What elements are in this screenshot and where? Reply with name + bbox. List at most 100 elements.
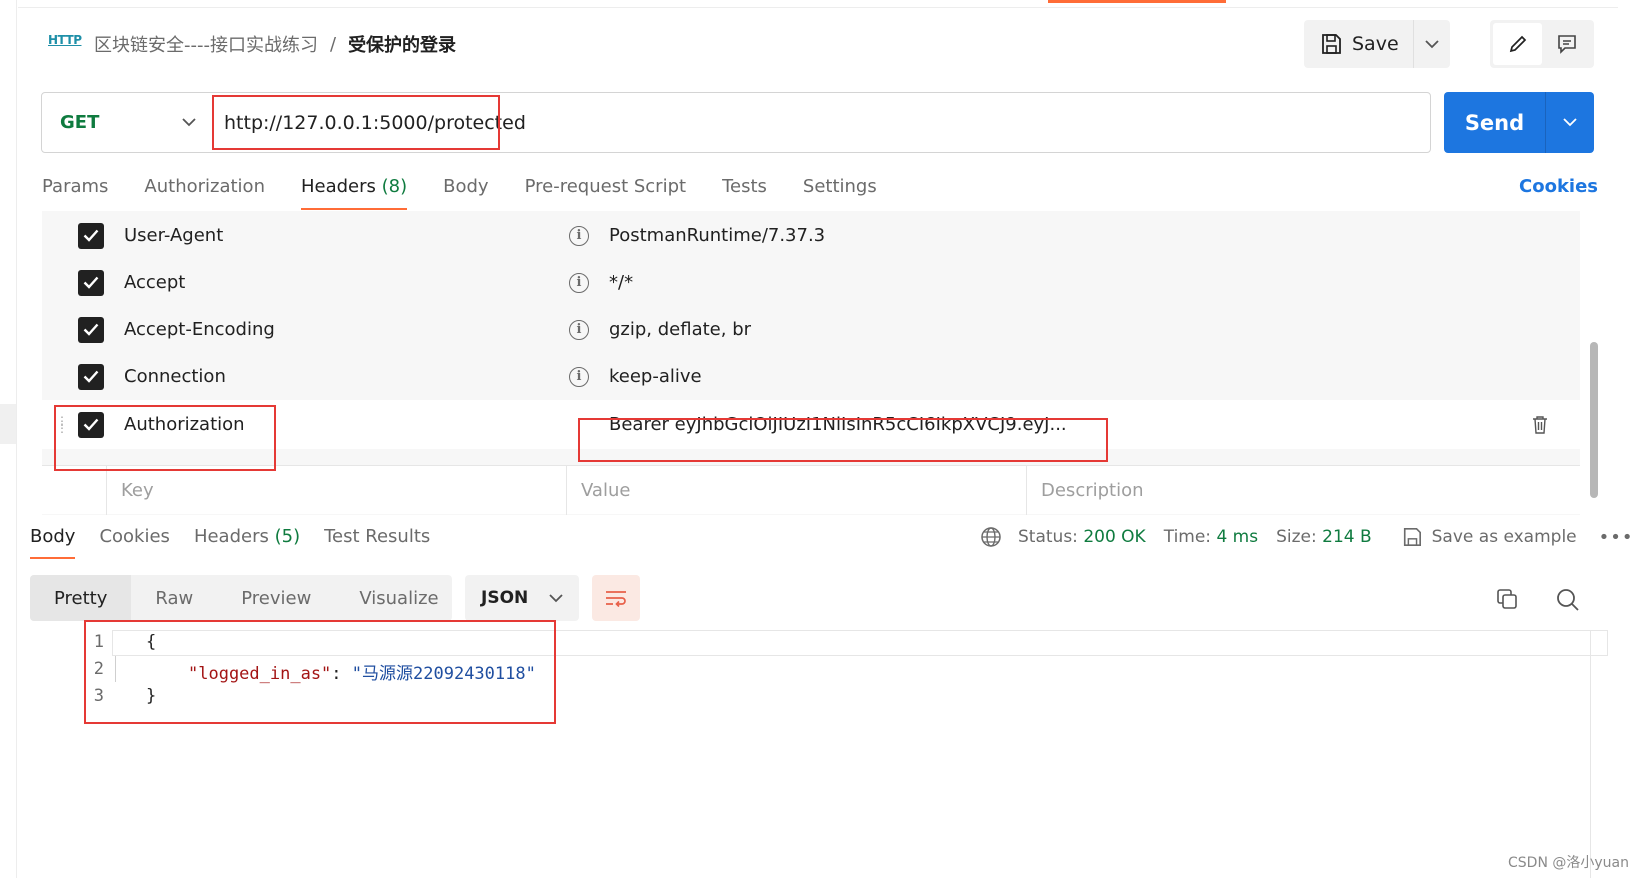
header-key[interactable]: User-Agent xyxy=(124,225,223,246)
new-header-key[interactable]: Key xyxy=(106,466,566,515)
size-label: Size: xyxy=(1276,527,1317,547)
copy-icon[interactable] xyxy=(1496,588,1518,610)
chevron-down-icon xyxy=(182,118,196,127)
headers-table: User-Agent i PostmanRuntime/7.37.3 Accep… xyxy=(42,211,1580,515)
check-icon xyxy=(83,229,99,242)
chevron-down-icon xyxy=(549,593,563,602)
tab-response-cookies[interactable]: Cookies xyxy=(99,526,169,557)
comments-button[interactable] xyxy=(1542,33,1591,55)
format-select[interactable]: JSON xyxy=(465,575,579,621)
indent-guide xyxy=(115,656,116,682)
view-mode-toggle xyxy=(1490,20,1594,68)
send-button-group: Send xyxy=(1444,92,1594,153)
active-tab-indicator xyxy=(1048,0,1226,3)
chevron-down-icon xyxy=(1563,118,1577,127)
header-enabled-checkbox[interactable] xyxy=(78,411,104,438)
search-icon[interactable] xyxy=(1556,588,1580,612)
trash-icon[interactable] xyxy=(1532,415,1548,434)
json-key: "logged_in_as" xyxy=(188,664,332,684)
breadcrumb-collection[interactable]: 区块链安全----接口实战练习 xyxy=(94,31,318,57)
header-value[interactable]: gzip, deflate, br xyxy=(609,319,751,340)
tab-authorization[interactable]: Authorization xyxy=(144,176,265,207)
info-icon[interactable]: i xyxy=(569,272,589,293)
header-key[interactable]: Connection xyxy=(124,366,226,387)
globe-icon[interactable] xyxy=(980,526,1002,548)
header-enabled-checkbox[interactable] xyxy=(78,269,104,296)
request-tabs: Params Authorization Headers (8) Body Pr… xyxy=(42,176,913,210)
status-indicator: Status: 200 OK xyxy=(1018,527,1146,547)
top-divider xyxy=(18,7,1618,8)
tab-test-results[interactable]: Test Results xyxy=(324,526,430,557)
code-line: { xyxy=(146,632,157,652)
cookies-link[interactable]: Cookies xyxy=(1519,176,1598,197)
left-gutter xyxy=(0,404,16,444)
format-label: JSON xyxy=(481,588,529,608)
check-icon xyxy=(83,323,99,336)
view-raw[interactable]: Raw xyxy=(131,575,217,621)
tab-tests[interactable]: Tests xyxy=(722,176,767,207)
new-header-row: Key Value Description xyxy=(42,465,1580,515)
response-body-editor[interactable]: 1 2 3 { "logged_in_as": "马源源22092430118"… xyxy=(30,630,1610,878)
header-value[interactable]: */* xyxy=(609,272,633,293)
header-key[interactable]: Authorization xyxy=(124,414,245,435)
tab-params[interactable]: Params xyxy=(42,176,108,207)
json-value: "马源源22092430118" xyxy=(351,664,536,684)
tab-response-headers-count: (5) xyxy=(274,526,301,547)
tab-pre-request-script[interactable]: Pre-request Script xyxy=(525,176,686,207)
drag-handle-icon[interactable]: ⋮ ⋮ xyxy=(56,415,68,434)
more-options-icon[interactable]: ••• xyxy=(1599,527,1634,548)
tab-body[interactable]: Body xyxy=(443,176,488,207)
table-row: User-Agent i PostmanRuntime/7.37.3 xyxy=(42,211,1580,260)
response-view-selector: Pretty Raw Preview Visualize xyxy=(30,575,452,621)
method-label: GET xyxy=(60,112,100,133)
left-divider xyxy=(16,0,17,878)
table-row: Connection i keep-alive xyxy=(42,352,1580,401)
tab-response-body[interactable]: Body xyxy=(30,526,76,559)
header-enabled-checkbox[interactable] xyxy=(78,222,104,249)
tab-response-headers[interactable]: Headers (5) xyxy=(194,526,300,557)
check-icon xyxy=(83,276,99,289)
header-key[interactable]: Accept-Encoding xyxy=(124,319,275,340)
headers-scrollbar[interactable] xyxy=(1590,342,1598,498)
info-icon[interactable]: i xyxy=(569,225,589,246)
code-line: "logged_in_as": "马源源22092430118" xyxy=(188,659,536,684)
send-options-button[interactable] xyxy=(1546,92,1594,153)
code-line: } xyxy=(146,686,157,706)
breadcrumb-separator: / xyxy=(329,33,337,55)
header-enabled-checkbox[interactable] xyxy=(78,363,104,390)
new-header-description[interactable]: Description xyxy=(1026,466,1580,515)
view-preview[interactable]: Preview xyxy=(217,575,335,621)
header-enabled-checkbox[interactable] xyxy=(78,316,104,343)
save-as-example-button[interactable]: Save as example xyxy=(1402,527,1577,547)
view-pretty[interactable]: Pretty xyxy=(30,575,132,621)
wrap-lines-button[interactable] xyxy=(592,575,640,621)
http-request-icon: HTTP xyxy=(48,33,82,47)
tab-headers[interactable]: Headers (8) xyxy=(300,176,408,210)
request-name[interactable]: 受保护的登录 xyxy=(348,31,456,57)
new-header-value[interactable]: Value xyxy=(566,466,1026,515)
comment-icon xyxy=(1557,35,1576,54)
save-as-example-label: Save as example xyxy=(1431,527,1577,547)
save-button[interactable]: Save xyxy=(1304,20,1414,68)
header-value[interactable]: Bearer eyJhbGciOiJIUzI1NiIsInR5cCI6IkpXV… xyxy=(609,414,1067,435)
header-value[interactable]: keep-alive xyxy=(609,366,702,387)
tab-settings[interactable]: Settings xyxy=(803,176,877,207)
check-icon xyxy=(83,418,99,431)
time-indicator: Time: 4 ms xyxy=(1164,527,1258,547)
line-number: 2 xyxy=(93,659,104,679)
tab-headers-label: Headers xyxy=(300,176,376,197)
save-label: Save xyxy=(1352,33,1399,55)
info-icon[interactable]: i xyxy=(569,319,589,340)
status-label: Status: xyxy=(1018,527,1078,547)
line-number: 3 xyxy=(93,686,104,706)
edit-mode-button[interactable] xyxy=(1493,23,1542,65)
header-key[interactable]: Accept xyxy=(124,272,185,293)
header-value[interactable]: PostmanRuntime/7.37.3 xyxy=(609,225,825,246)
view-visualize[interactable]: Visualize xyxy=(335,575,462,621)
info-icon[interactable]: i xyxy=(569,366,589,387)
method-select[interactable]: GET xyxy=(42,93,212,152)
save-options-button[interactable] xyxy=(1414,20,1450,68)
size-indicator: Size: 214 B xyxy=(1276,527,1372,547)
send-button[interactable]: Send xyxy=(1444,92,1546,153)
url-input[interactable]: http://127.0.0.1:5000/protected xyxy=(212,112,526,134)
